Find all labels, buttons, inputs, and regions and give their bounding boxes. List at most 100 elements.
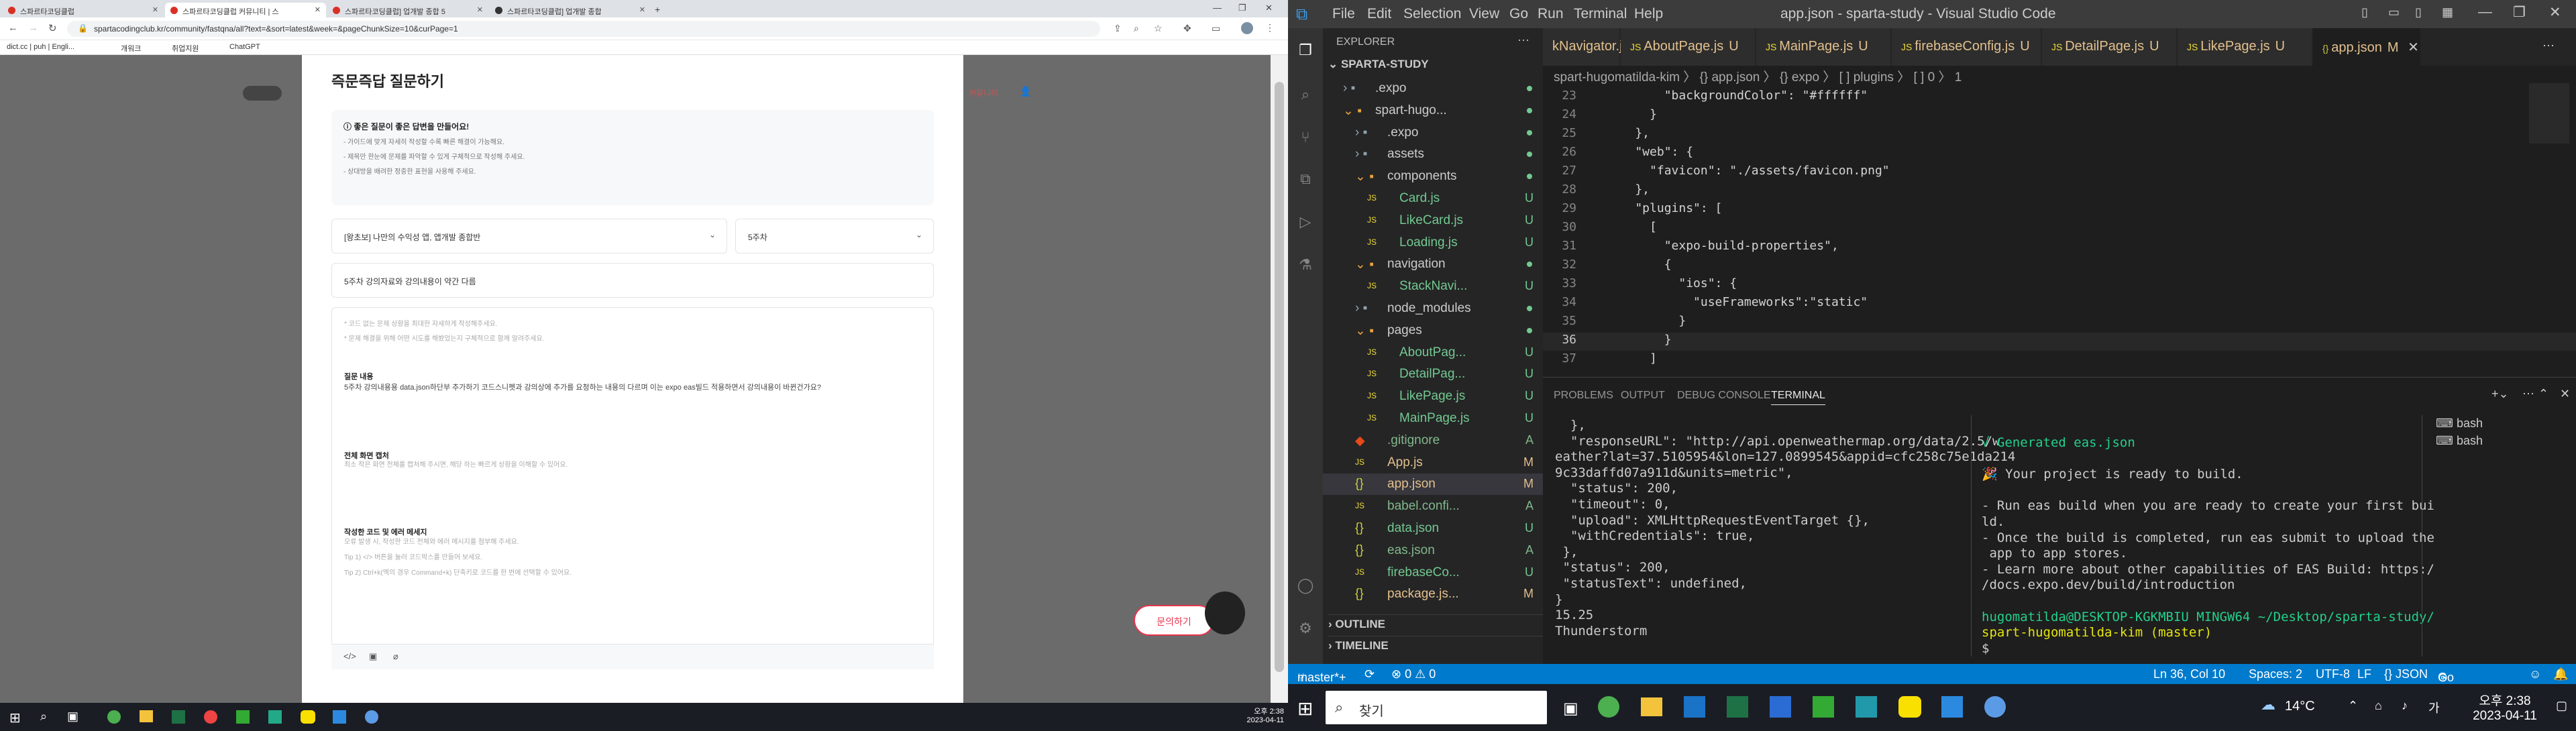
back-icon[interactable]: ← (8, 22, 18, 34)
tree-item[interactable]: JS DetailPag... U (1323, 363, 1543, 385)
browser-tab[interactable]: 스파르타코딩클럽] 업개발 종합 ✕ (490, 3, 651, 17)
tree-item[interactable]: JS StackNavi... U (1323, 276, 1543, 297)
testing-icon[interactable]: ⚗ (1296, 256, 1315, 275)
clock[interactable]: 오후 2:38 2023-04-11 (1236, 706, 1284, 724)
workspace-root[interactable]: ⌄ SPARTA-STUDY (1328, 58, 1429, 71)
code-line[interactable]: 34 "useFrameworks":"static" (1543, 295, 2576, 313)
encoding[interactable]: UTF-8 (2316, 667, 2350, 681)
title-input[interactable]: 5주차 강의자료와 강의내용이 약간 다름 (331, 263, 934, 298)
bookmark-item[interactable]: 취업지원 (172, 43, 199, 54)
tree-item[interactable]: ⌄ ▪ navigation (1323, 254, 1543, 275)
layout-sidebar-icon[interactable]: ▯ (2361, 5, 2368, 19)
indentation[interactable]: Spaces: 2 (2249, 667, 2302, 681)
tree-item[interactable]: {} data.json U (1323, 518, 1543, 539)
terminal-list-item[interactable]: ⌨ bash (2436, 416, 2483, 431)
chrome-menu-icon[interactable]: ⋮ (1265, 22, 1275, 34)
app-taskbar-icon[interactable] (236, 710, 250, 724)
tab-debug-console[interactable]: DEBUG CONSOLE (1677, 390, 1771, 402)
more-actions-icon[interactable]: ⋯ (1517, 34, 1529, 48)
reload-icon[interactable]: ↻ (48, 22, 57, 34)
bookmark-item[interactable]: dict.cc | puh | Engli... (7, 43, 74, 51)
editor-tab[interactable]: JS AboutPage.js U (1621, 28, 1755, 66)
notification-icon[interactable]: ▢ (2556, 699, 2567, 713)
menu-go[interactable]: Go (1509, 6, 1528, 22)
start-icon[interactable]: ⊞ (1297, 697, 1313, 720)
extensions-icon[interactable]: ⧉ (1296, 170, 1315, 189)
tree-item[interactable]: › ▪ node_modules (1323, 298, 1543, 319)
menu-file[interactable]: File (1332, 6, 1355, 22)
timeline-section[interactable]: › TIMELINE (1328, 636, 1543, 653)
tab-terminal[interactable]: TERMINAL (1771, 390, 1825, 405)
close-panel-icon[interactable]: ✕ (2560, 387, 2570, 401)
panel-more-icon[interactable]: ⋯ (2522, 387, 2534, 401)
close-icon[interactable]: ✕ (2404, 40, 2419, 55)
terminal-output-left[interactable]: }, "responseURL": "http://api.openweathe… (1555, 418, 2015, 655)
edge-taskbar-icon[interactable] (365, 710, 378, 724)
zoom-icon[interactable]: ⌕ (1134, 23, 1139, 34)
search-icon[interactable]: ⌕ (40, 710, 47, 724)
calendar-taskbar-icon[interactable] (1684, 696, 1705, 718)
taskbar-search[interactable]: ⌕ 찾기 (1326, 691, 1547, 724)
weather-icon[interactable]: ☁ (2261, 696, 2275, 714)
clock[interactable]: 오후 2:38 2023-04-11 (2458, 691, 2552, 724)
user-icon[interactable]: 👤 (1020, 86, 1031, 97)
cursor-position[interactable]: Ln 36, Col 10 (2153, 667, 2225, 681)
vscode-taskbar-icon[interactable] (1941, 696, 1963, 718)
tab-output[interactable]: OUTPUT (1621, 390, 1665, 402)
week-select[interactable]: 5주차 ⌄ (735, 219, 934, 254)
code-line[interactable]: 33 "ios": { (1543, 276, 2576, 294)
code-line[interactable]: 29 "plugins": [ (1543, 201, 2576, 219)
tree-item[interactable]: ◆ .gitignore A (1323, 430, 1543, 451)
tree-item[interactable]: {} package.js... M (1323, 583, 1543, 605)
editor-tab[interactable]: JS LikePage.js U (2178, 28, 2312, 66)
tree-item[interactable]: JS LikePage.js U (1323, 386, 1543, 407)
tree-item[interactable]: JS App.js M (1323, 452, 1543, 473)
app-taskbar-icon[interactable] (204, 710, 217, 724)
tree-item[interactable]: ⌄ ▪ pages (1323, 320, 1543, 341)
close-icon[interactable]: ✕ (315, 5, 321, 14)
excel-taskbar-icon[interactable] (172, 710, 185, 724)
chrome-taskbar-icon[interactable] (1598, 696, 1619, 718)
code-area[interactable]: 23 "backgroundColor": "#ffffff" 24 } 25 },… (1543, 89, 2576, 370)
tree-item[interactable]: › ▪ assets (1323, 144, 1543, 165)
code-block-icon[interactable]: </> (343, 651, 356, 661)
tray-chevron-icon[interactable]: ⌃ (2348, 699, 2358, 713)
ask-button[interactable]: 문의하기 (1134, 605, 1214, 636)
extensions-icon[interactable]: ✥ (1183, 23, 1191, 34)
app-taskbar-icon[interactable] (1856, 696, 1877, 718)
terminal-output-right[interactable]: √ Generated eas.json 🎉 Your project is re… (1982, 435, 2434, 657)
tree-item[interactable]: JS babel.confi... A (1323, 496, 1543, 517)
layout-secondary-icon[interactable]: ▯ (2415, 5, 2422, 19)
forward-icon[interactable]: → (28, 22, 38, 34)
url-field[interactable]: 🔒 spartacodingclub.kr/community/fastqna/a… (67, 21, 1100, 37)
outline-section[interactable]: › OUTLINE (1328, 614, 1543, 631)
code-line[interactable]: 30 [ (1543, 220, 2576, 238)
layout-panel-icon[interactable]: ▭ (2388, 5, 2400, 19)
nav-community-link[interactable]: 커뮤니티 (969, 87, 998, 99)
editor-tab[interactable]: JS DetailPage.js U (2042, 28, 2176, 66)
terminal-list-item[interactable]: ⌨ bash (2436, 434, 2483, 448)
restore-icon[interactable]: ❐ (2513, 4, 2526, 21)
customize-layout-icon[interactable]: ▦ (2442, 5, 2453, 19)
file-explorer-taskbar-icon[interactable] (1641, 697, 1662, 716)
search-icon[interactable]: ⌕ (1296, 86, 1315, 105)
profile-avatar[interactable] (1241, 22, 1253, 34)
weather-temp[interactable]: 14°C (2285, 699, 2315, 714)
close-icon[interactable]: ✕ (639, 5, 645, 14)
ime-icon[interactable]: 가 (2428, 699, 2440, 716)
edge-taskbar-icon[interactable] (1984, 696, 2006, 718)
code-line[interactable]: 36 } (1543, 333, 2576, 351)
volume-icon[interactable]: ♪ (2402, 699, 2408, 713)
code-line[interactable]: 25 }, (1543, 126, 2576, 144)
tree-item[interactable]: {} eas.json A (1323, 540, 1543, 561)
code-line[interactable]: 27 "favicon": "./assets/favicon.png" (1543, 164, 2576, 182)
start-icon[interactable]: ⊞ (9, 710, 21, 726)
tree-item[interactable]: ⌄ ▪ spart-hugo... (1323, 100, 1543, 121)
task-view-icon[interactable]: ▣ (1563, 699, 1578, 718)
kakaotalk-taskbar-icon[interactable] (301, 710, 315, 724)
network-icon[interactable]: ⌂ (2375, 699, 2382, 713)
tree-item[interactable]: JS Loading.js U (1323, 232, 1543, 254)
tree-item[interactable]: {} app.json M (1323, 473, 1543, 496)
course-select[interactable]: [왕초보] 나만의 수익성 앱, 앱개발 종합반 ⌄ (331, 219, 727, 254)
app-taskbar-icon[interactable] (1770, 696, 1791, 718)
